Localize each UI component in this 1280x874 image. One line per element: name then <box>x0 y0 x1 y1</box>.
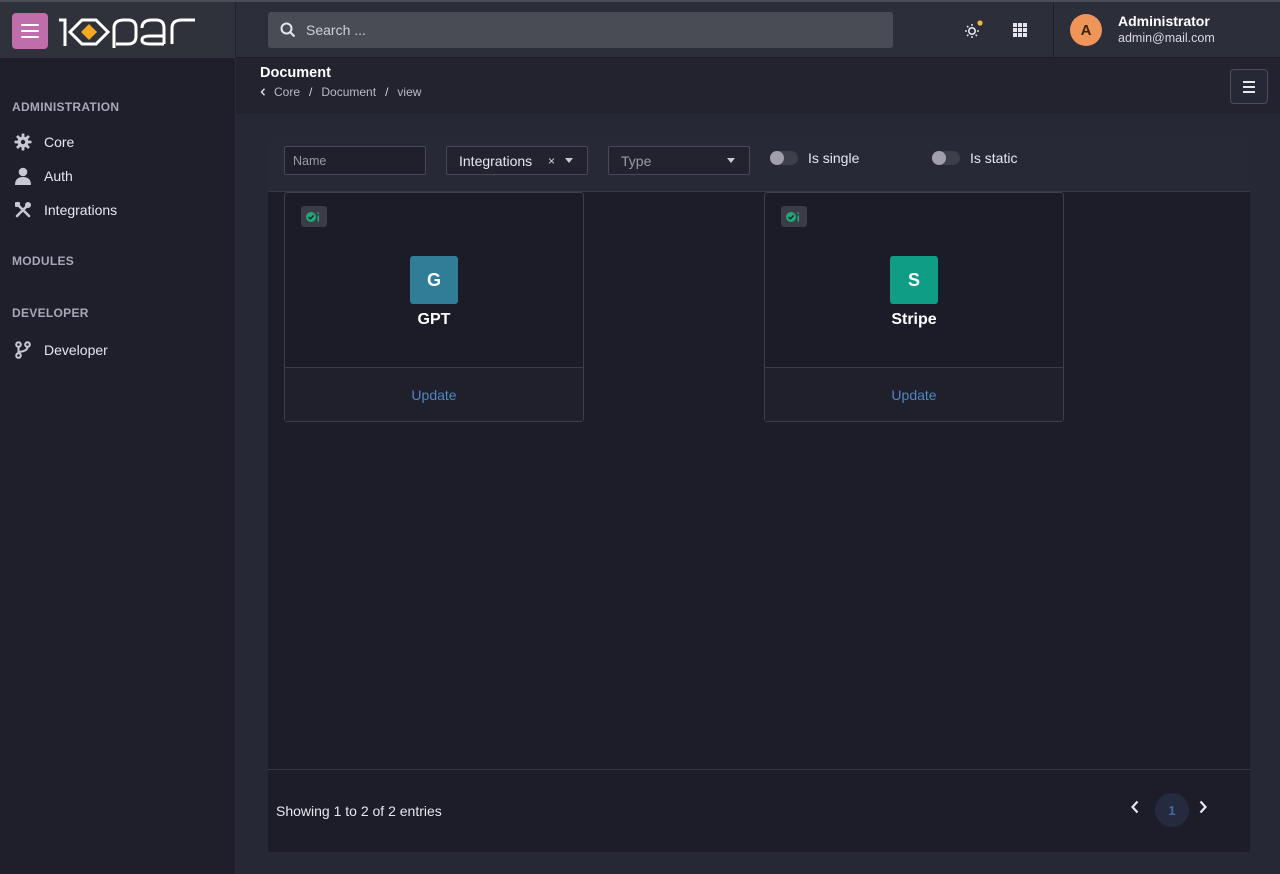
user-icon <box>12 166 34 186</box>
hamburger-line <box>21 30 39 32</box>
entries-summary: Showing 1 to 2 of 2 entries <box>276 803 442 819</box>
user-email: admin@mail.com <box>1118 31 1215 45</box>
card-logo: S <box>890 256 938 304</box>
page-button-current[interactable]: 1 <box>1155 793 1189 827</box>
sidebar-item-label: Developer <box>44 342 108 358</box>
search-bar[interactable] <box>268 12 893 48</box>
sun-icon[interactable] <box>962 19 984 41</box>
card-title: Stripe <box>891 311 937 328</box>
update-link[interactable]: Update <box>411 387 456 403</box>
page-actions-menu-button[interactable] <box>1230 69 1268 104</box>
update-link[interactable]: Update <box>891 387 936 403</box>
sidebar-item-auth[interactable]: Auth <box>12 162 222 190</box>
hamburger-icon <box>1243 80 1255 83</box>
search-input[interactable] <box>306 22 866 38</box>
chevron-down-icon <box>727 158 735 163</box>
breadcrumb-document[interactable]: Document <box>321 85 376 99</box>
hamburger-icon <box>21 24 39 26</box>
menu-toggle-button[interactable] <box>12 13 48 49</box>
top-bar: A Administrator admin@mail.com <box>0 0 1280 58</box>
breadcrumb-view: view <box>397 85 422 99</box>
sidebar-section-modules: MODULES <box>12 254 75 268</box>
status-badge <box>301 206 327 227</box>
search-icon <box>280 22 296 38</box>
clear-icon[interactable]: × <box>548 154 555 168</box>
check-circle-icon <box>306 211 320 222</box>
is-static-toggle[interactable] <box>932 151 960 165</box>
breadcrumb-core[interactable]: Core <box>274 85 300 99</box>
document-panel: Integrations × Type Is single Is static … <box>268 138 1250 852</box>
hamburger-line <box>21 36 39 38</box>
chevron-left-icon[interactable] <box>260 88 266 96</box>
is-single-label: Is single <box>808 150 860 166</box>
integration-card-stripe: S Stripe Update <box>764 192 1064 422</box>
sidebar-section-developer: DEVELOPER <box>12 306 89 320</box>
brand-logo[interactable] <box>56 14 198 50</box>
breadcrumb-separator: / <box>385 85 389 99</box>
grid-icon[interactable] <box>1012 22 1028 38</box>
is-single-toggle[interactable] <box>770 151 798 165</box>
sidebar-section-administration: ADMINISTRATION <box>12 100 120 114</box>
sidebar-item-label: Core <box>44 134 75 150</box>
sidebar: ADMINISTRATION Core Auth Integrations MO… <box>0 58 236 874</box>
type-filter-select[interactable]: Type <box>608 146 750 175</box>
sidebar-item-developer[interactable]: Developer <box>12 336 222 364</box>
sidebar-item-label: Auth <box>44 168 73 184</box>
card-footer: Update <box>765 367 1063 421</box>
sidebar-item-label: Integrations <box>44 202 118 218</box>
integration-filter-value: Integrations <box>459 152 533 169</box>
brand-area <box>0 2 236 58</box>
filter-bar: Integrations × Type Is single Is static <box>268 138 1250 192</box>
chevron-left-icon[interactable] <box>1130 800 1140 814</box>
hamburger-line <box>1243 85 1255 88</box>
tools-icon <box>12 200 34 220</box>
page-header: Document Core / Document / view <box>236 58 1280 114</box>
type-filter-placeholder: Type <box>621 152 652 169</box>
status-badge <box>781 206 807 227</box>
integration-card-gpt: G GPT Update <box>284 192 584 422</box>
chevron-right-icon[interactable] <box>1198 800 1208 814</box>
sidebar-item-core[interactable]: Core <box>12 128 222 156</box>
card-footer: Update <box>285 367 583 421</box>
name-filter-input[interactable] <box>284 146 426 175</box>
is-static-label: Is static <box>970 150 1018 166</box>
pagination-footer: Showing 1 to 2 of 2 entries 1 <box>268 769 1250 852</box>
page-title: Document <box>260 65 331 81</box>
sidebar-item-integrations[interactable]: Integrations <box>12 196 222 224</box>
card-title: GPT <box>417 311 451 328</box>
gear-icon <box>12 132 34 152</box>
chevron-down-icon <box>565 158 573 163</box>
breadcrumb-separator: / <box>309 85 313 99</box>
user-menu[interactable]: A Administrator admin@mail.com <box>1053 2 1280 58</box>
integration-filter-select[interactable]: Integrations × <box>446 146 588 175</box>
branch-icon <box>12 340 34 360</box>
hamburger-line <box>1243 90 1255 93</box>
card-logo: G <box>410 256 458 304</box>
avatar[interactable]: A <box>1070 14 1102 46</box>
breadcrumb: Core / Document / view <box>260 85 421 99</box>
user-name: Administrator <box>1118 13 1210 29</box>
check-circle-icon <box>786 211 800 222</box>
